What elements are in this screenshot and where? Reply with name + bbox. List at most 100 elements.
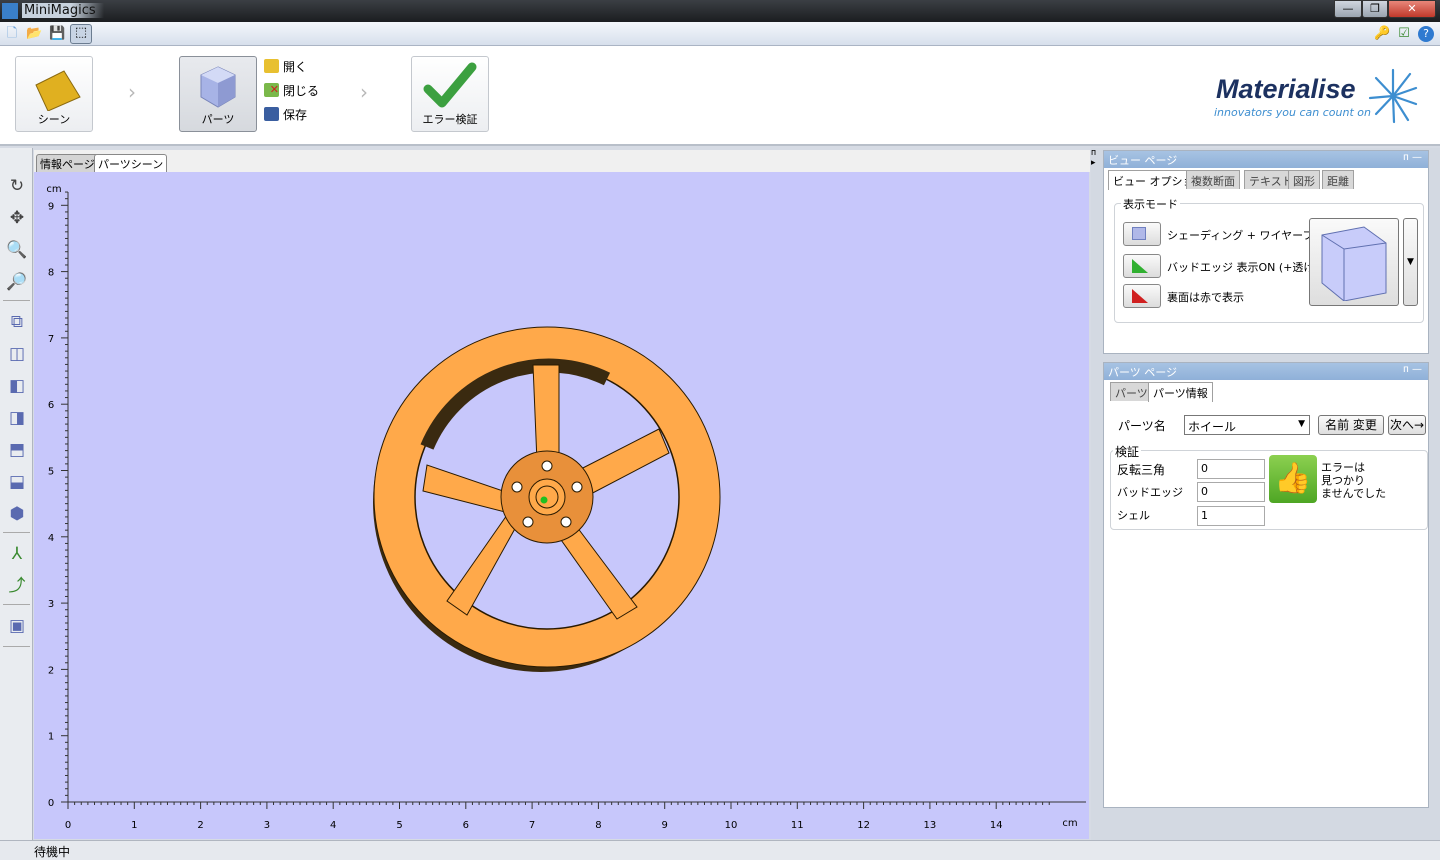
backface-red-button[interactable] <box>1123 284 1161 308</box>
tab-part-info[interactable]: パーツ情報 <box>1148 382 1213 402</box>
part-name-select[interactable]: ホイール ▼ <box>1184 415 1310 435</box>
axes-rotate-icon[interactable]: ⤴ <box>5 574 29 598</box>
y-tick-label: 4 <box>48 533 54 544</box>
tab-parts[interactable]: パーツ <box>1110 382 1153 401</box>
view-iso-icon[interactable]: ⬢ <box>5 502 29 526</box>
open-button[interactable]: 開く <box>264 57 307 75</box>
help-icon[interactable]: ? <box>1418 26 1434 42</box>
view-page-title: ビュー ページ <box>1108 154 1178 167</box>
x-tick-label: 2 <box>197 820 203 831</box>
parts-button[interactable]: パーツ <box>179 56 257 132</box>
view-right-icon[interactable]: ◨ <box>5 406 29 430</box>
quick-access-toolbar: 🗋 📂 💾 ⬚ 🔑 ☑ ? <box>0 22 1440 46</box>
x-tick-label: 0 <box>65 820 71 831</box>
result-line: 見つかり <box>1321 474 1365 487</box>
chevron-right-icon: › <box>360 80 368 104</box>
view-page-header: ビュー ページ ᴨ — <box>1104 151 1428 168</box>
transparent-cube-icon <box>1321 226 1387 302</box>
zoom-fit-icon[interactable]: 🔎 <box>5 270 29 294</box>
view-left-icon[interactable]: ◧ <box>5 374 29 398</box>
materialise-logo: Materialise innovators you can count on <box>1212 68 1422 128</box>
result-message: エラーは 見つかり ませんでした <box>1321 461 1386 500</box>
save-part-button[interactable]: 保存 <box>264 105 307 123</box>
rotate-icon[interactable]: ↻ <box>5 174 29 198</box>
save-part-icon <box>264 107 279 121</box>
brand-name: Materialise <box>1216 74 1356 104</box>
bad-edge-icon <box>1132 259 1148 273</box>
3d-viewport[interactable]: 0 1 2 3 4 5 6 7 8 9 10 11 12 13 14 0 1 2 3 4 5 6 7 8 9 cm cm <box>34 172 1089 839</box>
separator <box>3 532 30 533</box>
tab-multi-section[interactable]: 複数断面 <box>1186 170 1240 189</box>
mode-dropdown-button[interactable]: ▼ <box>1403 218 1418 306</box>
x-tick-label: 8 <box>595 820 601 831</box>
view-back-icon[interactable]: ◫ <box>5 342 29 366</box>
axes-icon[interactable]: ⅄ <box>5 542 29 566</box>
tab-shapes[interactable]: 図形 <box>1288 170 1320 189</box>
view-bottom-icon[interactable]: ⬓ <box>5 470 29 494</box>
title-bar: MiniMagics — ❐ ✕ <box>0 0 1440 22</box>
error-check-label: エラー検証 <box>422 113 478 126</box>
viewport-canvas[interactable]: 0 1 2 3 4 5 6 7 8 9 10 11 12 13 140123456789cmcm <box>34 172 1089 839</box>
cube-icon <box>200 66 236 108</box>
app-icon <box>2 3 18 19</box>
open-folder-icon[interactable]: 📂 <box>26 26 42 42</box>
view-tabs: 情報ページ パーツシーン <box>34 150 1090 172</box>
minimize-button[interactable]: — <box>1334 0 1362 18</box>
y-tick-label: 2 <box>48 665 54 676</box>
new-file-icon[interactable]: 🗋 <box>4 26 20 42</box>
window-title: MiniMagics <box>22 3 104 18</box>
rename-button[interactable]: 名前 変更 <box>1318 415 1384 435</box>
x-tick-label: 1 <box>131 820 137 831</box>
parts-page-title: パーツ ページ <box>1108 366 1178 379</box>
y-tick-label: 9 <box>48 201 54 212</box>
y-tick-label: 8 <box>48 268 54 279</box>
select-part-icon[interactable]: ⬚ <box>70 24 92 44</box>
mode-label: バッドエッジ 表示ON (+透け) <box>1167 261 1319 274</box>
view-front-icon[interactable]: ⧉ <box>5 310 29 334</box>
separator <box>3 300 30 301</box>
x-tick-label: 10 <box>725 820 738 831</box>
x-tick-label: 6 <box>463 820 469 831</box>
key-icon[interactable]: 🔑 <box>1374 26 1390 42</box>
tab-distance[interactable]: 距離 <box>1322 170 1354 189</box>
y-tick-label: 0 <box>48 798 54 809</box>
pan-icon[interactable]: ✥ <box>5 206 29 230</box>
wireframe-preview-button[interactable] <box>1309 218 1399 306</box>
scene-button[interactable]: シーン <box>15 56 93 132</box>
part-name-value: ホイール <box>1188 420 1237 434</box>
bad-edges-value: 0 <box>1197 482 1265 502</box>
pin-minimize-icon[interactable]: ᴨ — <box>1403 152 1422 163</box>
wheel-part[interactable] <box>373 326 721 672</box>
x-tick-label: 12 <box>857 820 870 831</box>
view-top-icon[interactable]: ⬒ <box>5 438 29 462</box>
separator <box>3 646 30 647</box>
verify-label: 検証 <box>1113 443 1142 460</box>
scene-label: シーン <box>37 113 71 126</box>
tab-info-page[interactable]: 情報ページ <box>36 154 99 172</box>
parts-page-panel: パーツ ページ ᴨ — パーツ パーツ情報 パーツ名 ホイール ▼ 名前 変更 次へ… <box>1103 362 1429 808</box>
restore-button[interactable]: ❐ <box>1362 0 1388 18</box>
chevron-right-icon: › <box>128 80 136 104</box>
tab-parts-scene[interactable]: パーツシーン <box>94 154 168 172</box>
checklist-icon[interactable]: ☑ <box>1396 26 1412 42</box>
save-label: 保存 <box>283 107 308 122</box>
shells-value: 1 <box>1197 506 1265 526</box>
zoom-icon[interactable]: 🔍 <box>5 238 29 262</box>
pin-minimize-icon[interactable]: ᴨ — <box>1403 364 1422 375</box>
close-part-button[interactable]: ✕ 閉じる <box>264 81 319 99</box>
display-mode-group: 表示モード シェーディング + ワイヤーフレーム バッドエッジ 表示ON (+透… <box>1114 196 1424 323</box>
part-icon[interactable]: ▣ <box>5 614 29 638</box>
shells-label: シェル <box>1117 509 1150 522</box>
close-button[interactable]: ✕ <box>1388 0 1436 18</box>
save-icon[interactable]: 💾 <box>49 26 65 42</box>
flipped-triangles-value: 0 <box>1197 459 1265 479</box>
shading-mode-button[interactable] <box>1123 222 1161 246</box>
pin-icon[interactable]: ᴨ ▸ <box>1091 148 1101 188</box>
checkmark-icon <box>423 62 477 108</box>
error-check-button[interactable]: エラー検証 <box>411 56 489 132</box>
parts-label: パーツ <box>201 113 235 126</box>
y-tick-label: 1 <box>48 732 54 743</box>
bad-edge-button[interactable] <box>1123 254 1161 278</box>
next-button[interactable]: 次へ→ <box>1388 415 1426 435</box>
brand-tagline: innovators you can count on <box>1214 106 1371 119</box>
